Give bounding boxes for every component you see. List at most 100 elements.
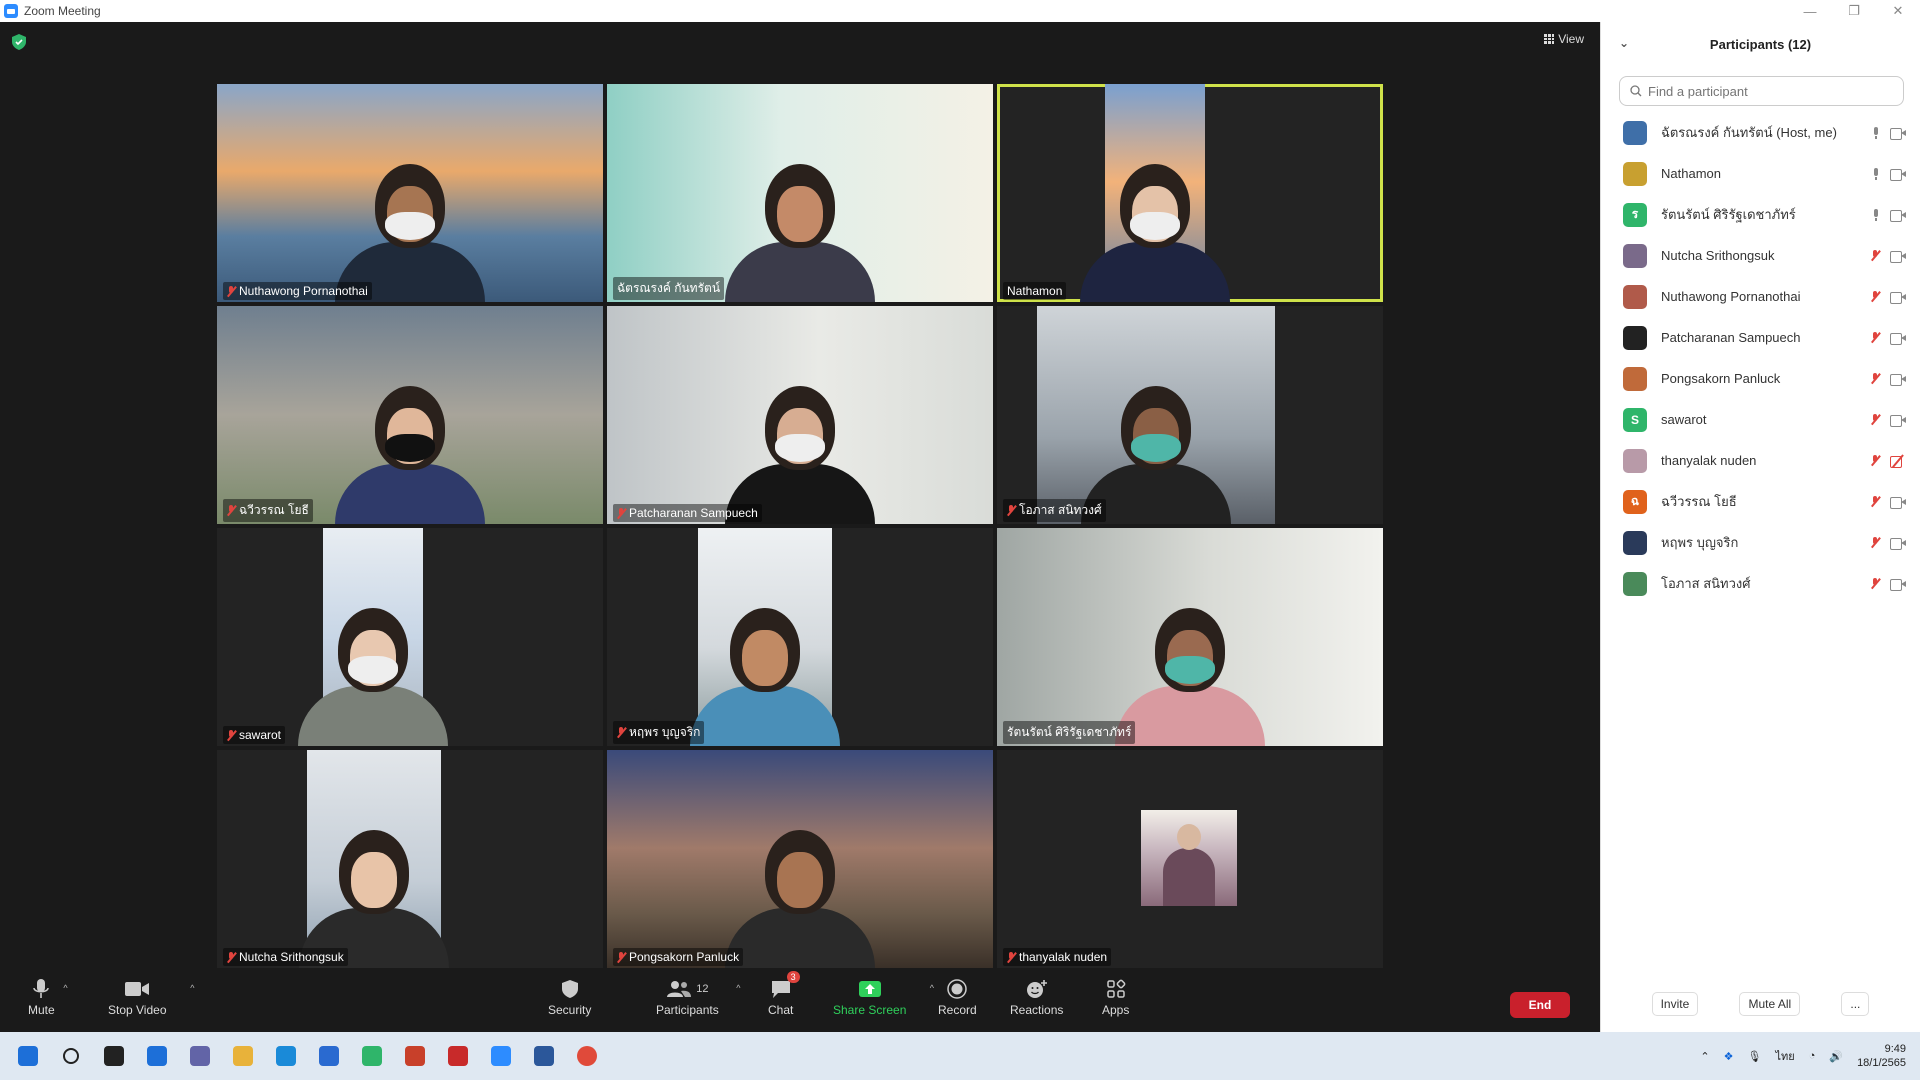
participant-row[interactable]: ร รัตนรัตน์ ศิริรัฐเดชาภัทร์ xyxy=(1601,194,1920,235)
store-icon[interactable] xyxy=(314,1041,344,1071)
video-tile[interactable]: thanyalak nuden xyxy=(997,750,1383,968)
video-tile[interactable]: Nathamon xyxy=(997,84,1383,302)
participant-row[interactable]: โอภาส สนิทวงศ์ xyxy=(1601,563,1920,604)
participant-name-label: ฉวีวรรณ โยธี xyxy=(223,499,313,522)
tray-overflow-chevron-icon[interactable]: ⌃ xyxy=(1700,1050,1709,1063)
participants-panel-title: Participants (12) xyxy=(1709,36,1812,52)
video-tile[interactable]: ฉัตรณรงค์ กันทรัตน์ xyxy=(607,84,993,302)
shield-icon[interactable] xyxy=(12,34,26,50)
camera-icon[interactable] xyxy=(1890,127,1906,140)
powerpoint-icon[interactable] xyxy=(400,1041,430,1071)
mic-muted-icon[interactable] xyxy=(1871,455,1880,466)
camera-icon[interactable] xyxy=(1890,332,1906,345)
file-explorer-icon[interactable] xyxy=(228,1041,258,1071)
participant-row[interactable]: หฤพร บุญจริก xyxy=(1601,522,1920,563)
record-button[interactable]: Record xyxy=(938,975,977,1017)
share-options-chevron-icon[interactable]: ^ xyxy=(930,983,934,993)
taskbar-clock[interactable]: 9:49 18/1/2565 xyxy=(1857,1042,1906,1070)
tray-microphone-icon[interactable]: 🎙 xyxy=(1748,1050,1762,1063)
mic-on-icon[interactable] xyxy=(1872,167,1880,180)
mic-muted-icon[interactable] xyxy=(1871,578,1880,589)
chat-button[interactable]: 3 Chat xyxy=(768,971,800,1017)
camera-icon[interactable] xyxy=(1890,373,1906,386)
participant-row[interactable]: Ssawarot xyxy=(1601,399,1920,440)
participant-row[interactable]: ฉ ฉวีวรรณ โยธี xyxy=(1601,481,1920,522)
camera-icon[interactable] xyxy=(1890,250,1906,263)
end-meeting-button[interactable]: End xyxy=(1510,992,1570,1018)
chrome-icon[interactable] xyxy=(572,1041,602,1071)
participant-row[interactable]: Pongsakorn Panluck xyxy=(1601,358,1920,399)
mute-button[interactable]: ^ Mute xyxy=(28,975,68,1017)
video-tile[interactable]: sawarot xyxy=(217,528,603,746)
camera-icon[interactable] xyxy=(1890,168,1906,181)
participant-name: Nathamon xyxy=(1007,284,1063,298)
participants-options-chevron-icon[interactable]: ^ xyxy=(736,983,740,993)
participant-row[interactable]: Nuthawong Pornanothai xyxy=(1601,276,1920,317)
participant-row[interactable]: Nutcha Srithongsuk xyxy=(1601,235,1920,276)
maximize-button[interactable]: ❐ xyxy=(1832,0,1876,22)
search-icon[interactable] xyxy=(56,1041,86,1071)
participants-button[interactable]: 12 ^ Participants xyxy=(656,975,740,1017)
camera-icon[interactable] xyxy=(1890,578,1906,591)
invite-button[interactable]: Invite xyxy=(1651,992,1699,1016)
input-language[interactable]: ไทย xyxy=(1775,1047,1794,1065)
grid-view-icon xyxy=(1544,34,1555,44)
camera-icon[interactable] xyxy=(1890,496,1906,509)
zoom-icon[interactable] xyxy=(486,1041,516,1071)
video-tile[interactable]: โอภาส สนิทวงศ์ xyxy=(997,306,1383,524)
video-tile[interactable]: Nutcha Srithongsuk xyxy=(217,750,603,968)
mic-muted-icon[interactable] xyxy=(1871,414,1880,425)
video-tile[interactable]: หฤพร บุญจริก xyxy=(607,528,993,746)
camera-icon[interactable] xyxy=(1890,209,1906,222)
mic-on-icon[interactable] xyxy=(1872,126,1880,139)
acrobat-icon[interactable] xyxy=(443,1041,473,1071)
start-icon[interactable] xyxy=(13,1041,43,1071)
mic-muted-icon[interactable] xyxy=(1871,537,1880,548)
camera-icon[interactable] xyxy=(1890,414,1906,427)
security-button[interactable]: Security xyxy=(548,975,591,1017)
participant-search-input[interactable] xyxy=(1648,83,1888,99)
participant-row[interactable]: ฉัตรณรงค์ กันทรัตน์ (Host, me) xyxy=(1601,112,1920,153)
participant-row[interactable]: thanyalak nuden xyxy=(1601,440,1920,481)
minimize-button[interactable]: — xyxy=(1788,0,1832,22)
video-tile[interactable]: Patcharanan Sampuech xyxy=(607,306,993,524)
edge-icon[interactable] xyxy=(271,1041,301,1071)
dropbox-icon[interactable]: ❖ xyxy=(1724,1050,1734,1063)
mic-muted-icon[interactable] xyxy=(1871,291,1880,302)
view-button[interactable]: View xyxy=(1544,32,1584,46)
close-button[interactable]: ✕ xyxy=(1876,0,1920,22)
word-icon[interactable] xyxy=(529,1041,559,1071)
wifi-icon[interactable]: ◔ xyxy=(1809,1050,1816,1062)
volume-icon[interactable]: 🔊 xyxy=(1829,1050,1843,1063)
reactions-button[interactable]: Reactions xyxy=(1010,975,1063,1017)
video-options-chevron-icon[interactable]: ^ xyxy=(190,983,194,993)
mic-muted-icon[interactable] xyxy=(1871,332,1880,343)
video-tile[interactable]: Nuthawong Pornanothai xyxy=(217,84,603,302)
teams-chat-icon[interactable] xyxy=(185,1041,215,1071)
participant-row[interactable]: Patcharanan Sampuech xyxy=(1601,317,1920,358)
share-screen-button[interactable]: ^ Share Screen xyxy=(833,975,934,1017)
mic-muted-icon[interactable] xyxy=(1871,496,1880,507)
video-tile[interactable]: รัตนรัตน์ ศิริรัฐเดชาภัทร์ xyxy=(997,528,1383,746)
widgets-icon[interactable] xyxy=(142,1041,172,1071)
camera-off-icon[interactable] xyxy=(1890,455,1906,468)
avatar xyxy=(1623,448,1647,473)
mic-on-icon[interactable] xyxy=(1872,208,1880,221)
mute-all-button[interactable]: Mute All xyxy=(1739,992,1801,1016)
mic-muted-icon[interactable] xyxy=(1871,373,1880,384)
participant-search[interactable] xyxy=(1619,76,1904,106)
participant-row[interactable]: Nathamon xyxy=(1601,153,1920,194)
camera-icon[interactable] xyxy=(1890,291,1906,304)
video-tile[interactable]: Pongsakorn Panluck xyxy=(607,750,993,968)
participant-row-name: thanyalak nuden xyxy=(1661,453,1757,468)
apps-button[interactable]: Apps xyxy=(1102,975,1129,1017)
collapse-chevron-icon[interactable]: ⌄ xyxy=(1619,36,1629,50)
task-view-icon[interactable] xyxy=(99,1041,129,1071)
more-options-button[interactable]: ... xyxy=(1841,992,1870,1016)
mic-muted-icon[interactable] xyxy=(1871,250,1880,261)
video-tile[interactable]: ฉวีวรรณ โยธี xyxy=(217,306,603,524)
camera-icon[interactable] xyxy=(1890,537,1906,550)
line-icon[interactable] xyxy=(357,1041,387,1071)
mute-options-chevron-icon[interactable]: ^ xyxy=(63,983,67,993)
stop-video-button[interactable]: ^ Stop Video xyxy=(108,975,194,1017)
